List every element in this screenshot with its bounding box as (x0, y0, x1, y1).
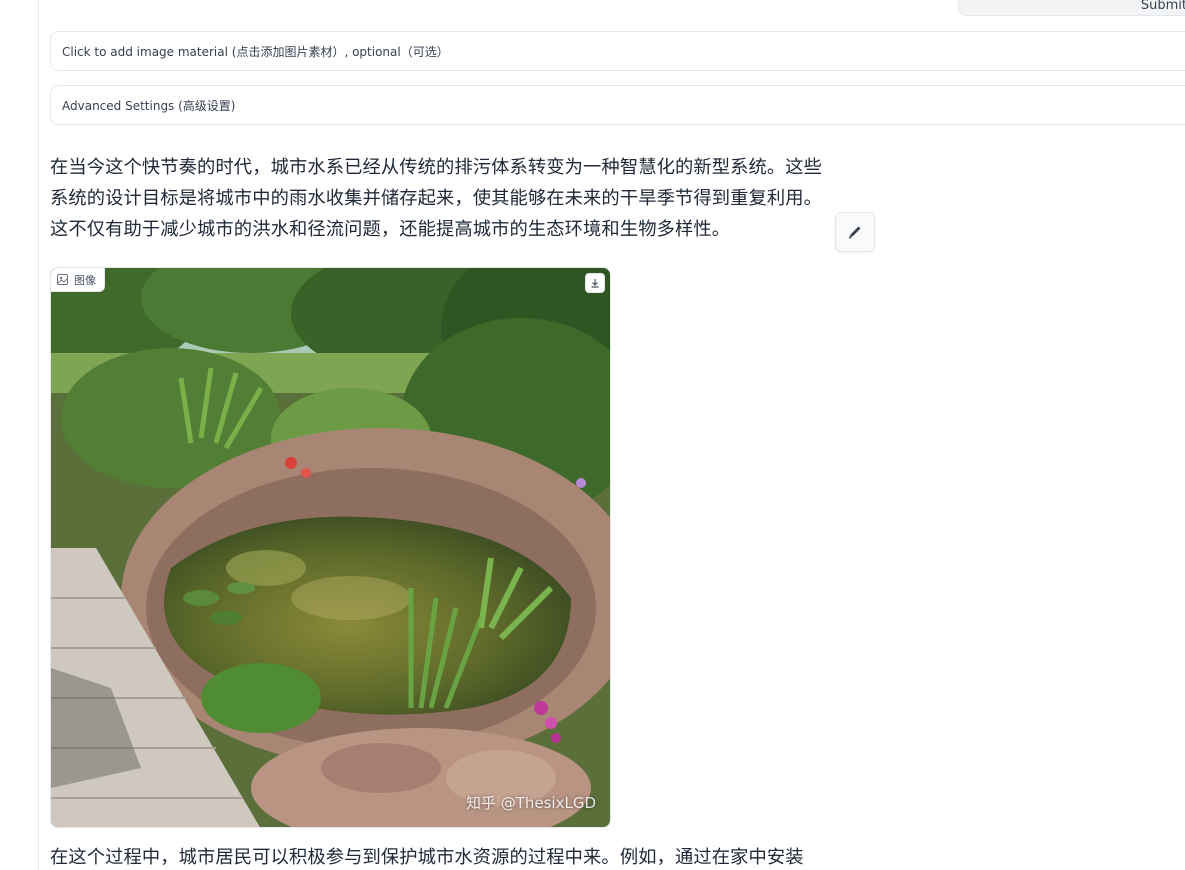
edit-button[interactable] (835, 212, 875, 252)
submit-button[interactable]: Submit (958, 0, 1185, 16)
left-divider (38, 0, 39, 870)
advanced-settings-label: Advanced Settings (高级设置) (62, 99, 236, 113)
garden-pond-photo (51, 268, 610, 827)
image-icon (57, 274, 68, 285)
image-material-accordion[interactable]: Click to add image material (点击添加图片素材）, … (50, 31, 1185, 71)
download-button[interactable] (585, 273, 605, 293)
response-paragraph-continued: 在这个过程中，城市居民可以积极参与到保护城市水资源的过程中来。例如，通过在家中安… (50, 847, 804, 868)
generated-image: 图像 知乎 @ThesixLGD (50, 267, 611, 828)
image-material-label: Click to add image material (点击添加图片素材）, … (62, 45, 449, 59)
response-paragraph: 在当今这个快节奏的时代，城市水系已经从传统的排污体系转变为一种智慧化的新型系统。… (50, 157, 823, 240)
download-icon (591, 279, 599, 288)
image-watermark: 知乎 @ThesixLGD (465, 794, 596, 812)
chat-page: Submit Click to add image material (点击添加… (0, 0, 1185, 870)
advanced-settings-accordion[interactable]: Advanced Settings (高级设置) (50, 85, 1185, 125)
image-label-tag: 图像 (51, 268, 105, 292)
image-label: 图像 (74, 273, 96, 287)
pen-icon (848, 226, 861, 239)
